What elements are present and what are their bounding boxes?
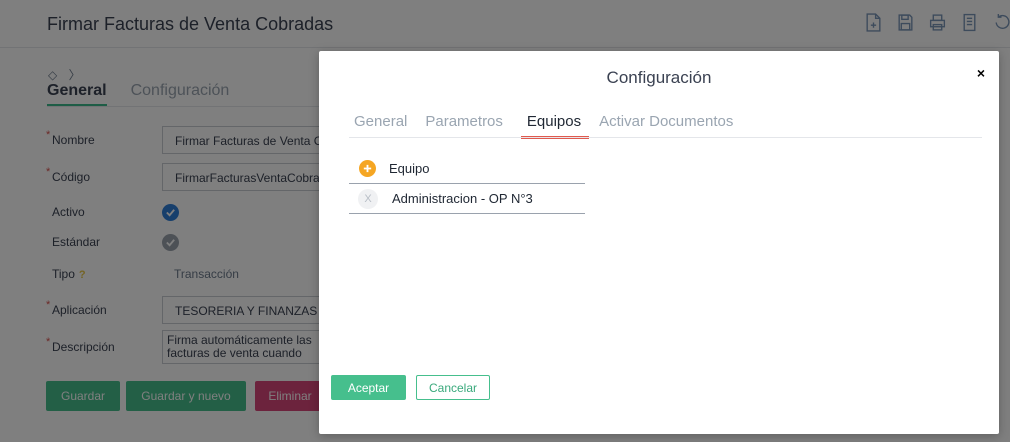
tab-equipos[interactable]: Equipos (520, 111, 590, 139)
team-name: Administracion - OP N°3 (392, 191, 533, 206)
configuracion-modal: Configuración × General Parametros Equip… (319, 51, 999, 434)
tab-general[interactable]: General (354, 111, 413, 139)
cancelar-button[interactable]: Cancelar (416, 375, 490, 400)
team-table: Equipo X Administracion - OP N°3 (349, 154, 585, 214)
add-icon[interactable] (359, 160, 376, 177)
tab-parametros[interactable]: Parametros (425, 111, 509, 139)
team-table-header: Equipo (349, 154, 585, 184)
close-icon[interactable]: × (977, 65, 985, 81)
modal-tabs-divider (349, 137, 982, 138)
tab-activar-documentos[interactable]: Activar Documentos (599, 111, 739, 139)
table-row: X Administracion - OP N°3 (349, 184, 585, 214)
remove-icon[interactable]: X (358, 188, 378, 209)
modal-tabs: General Parametros Equipos Activar Docum… (354, 111, 751, 139)
team-column-header: Equipo (389, 161, 430, 176)
aceptar-button[interactable]: Aceptar (331, 375, 406, 400)
modal-title: Configuración (606, 68, 712, 87)
